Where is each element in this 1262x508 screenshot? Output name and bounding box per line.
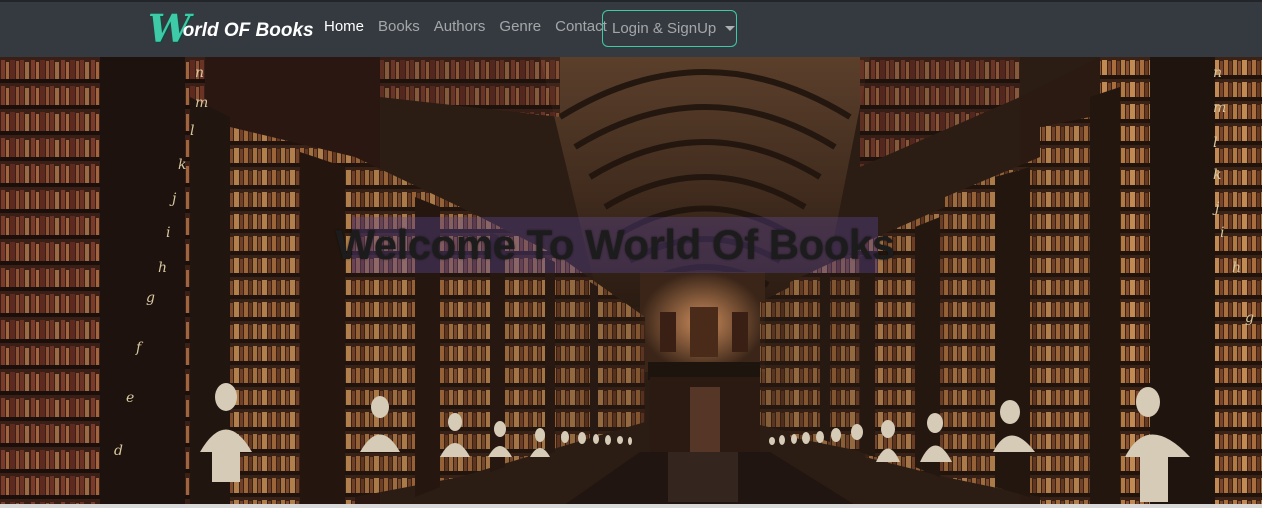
- svg-text:i: i: [166, 225, 170, 241]
- svg-text:m: m: [1213, 100, 1226, 116]
- hero-title-box: Welcome To World Of Books: [335, 217, 895, 273]
- hero-banner: nml kji hgf ed nml kji hg Welcome To Wor…: [0, 57, 1262, 508]
- svg-text:e: e: [126, 390, 134, 406]
- svg-text:m: m: [195, 95, 208, 111]
- nav-genre[interactable]: Genre: [499, 18, 541, 35]
- brand-logo[interactable]: W orld OF Books: [148, 9, 314, 49]
- brand-name: orld OF Books: [182, 20, 314, 41]
- nav-authors[interactable]: Authors: [434, 18, 486, 35]
- svg-text:d: d: [114, 443, 123, 459]
- bottom-border: [0, 504, 1262, 508]
- login-signup-dropdown[interactable]: Login & SignUp: [602, 10, 737, 47]
- navbar: W orld OF Books Home Books Authors Genre…: [0, 0, 1262, 57]
- svg-text:g: g: [146, 290, 155, 306]
- svg-text:g: g: [1245, 310, 1254, 326]
- svg-text:l: l: [1213, 135, 1217, 151]
- svg-text:i: i: [1220, 225, 1224, 241]
- hero-title: Welcome To World Of Books: [335, 221, 895, 268]
- nav-links: Home Books Authors Genre Contact: [324, 18, 621, 35]
- svg-text:k: k: [178, 157, 186, 173]
- nav-home[interactable]: Home: [324, 18, 364, 35]
- svg-text:k: k: [1213, 167, 1221, 183]
- nav-contact[interactable]: Contact: [555, 18, 607, 35]
- library-background-image: nml kji hgf ed nml kji hg: [0, 57, 1262, 508]
- login-signup-label: Login & SignUp: [612, 20, 717, 37]
- svg-text:n: n: [1213, 65, 1222, 81]
- nav-books[interactable]: Books: [378, 18, 420, 35]
- svg-text:l: l: [190, 123, 194, 139]
- svg-text:h: h: [158, 260, 167, 276]
- svg-text:n: n: [195, 65, 204, 81]
- caret-down-icon: [725, 26, 736, 31]
- svg-text:h: h: [1232, 260, 1241, 276]
